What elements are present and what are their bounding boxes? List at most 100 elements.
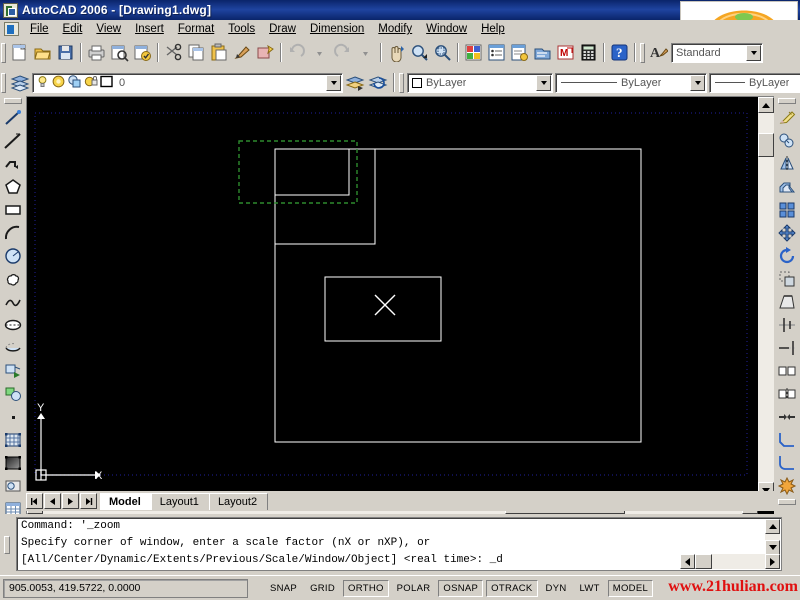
lineweight-control-combo[interactable]: ByLayer: [709, 72, 800, 93]
menu-item-help[interactable]: Help: [474, 21, 512, 37]
copy-icon[interactable]: [185, 42, 208, 64]
command-scroll-right-button[interactable]: [765, 554, 780, 569]
properties-toolbar-grip[interactable]: [399, 72, 404, 93]
erase-icon[interactable]: [775, 106, 799, 129]
extend-icon[interactable]: [775, 336, 799, 359]
menu-item-dimension[interactable]: Dimension: [303, 21, 371, 37]
fillet-icon[interactable]: [775, 451, 799, 474]
chamfer-icon[interactable]: [775, 428, 799, 451]
command-vertical-scrollbar[interactable]: [765, 519, 780, 555]
cut-icon[interactable]: [162, 42, 185, 64]
revision-cloud-icon[interactable]: [1, 267, 25, 290]
tab-layout2[interactable]: Layout2: [208, 492, 269, 510]
publish-icon[interactable]: [131, 42, 154, 64]
stretch-icon[interactable]: [775, 290, 799, 313]
move-icon[interactable]: [775, 221, 799, 244]
insert-block-icon[interactable]: [1, 359, 25, 382]
undo-dropdown-icon[interactable]: [308, 42, 331, 64]
redo-dropdown-icon[interactable]: [354, 42, 377, 64]
zoom-realtime-icon[interactable]: [408, 42, 431, 64]
command-scroll-left-button[interactable]: [680, 554, 695, 569]
layers-toolbar-grip[interactable]: [1, 72, 6, 93]
explode-icon[interactable]: [775, 474, 799, 497]
chevron-down-icon[interactable]: [746, 44, 761, 61]
properties-icon[interactable]: [462, 42, 485, 64]
nav-next-icon[interactable]: [62, 493, 79, 509]
layer-previous-icon[interactable]: [367, 72, 390, 94]
status-toggle-grid[interactable]: GRID: [305, 579, 341, 597]
open-icon[interactable]: [31, 42, 54, 64]
tab-model[interactable]: Model: [100, 492, 152, 510]
markup-set-manager-icon[interactable]: M: [554, 42, 577, 64]
ellipse-arc-icon[interactable]: [1, 336, 25, 359]
draw-toolbar-grip[interactable]: [4, 98, 22, 104]
command-scroll-down-button[interactable]: [765, 540, 780, 555]
styles-toolbar-grip[interactable]: [640, 42, 645, 63]
offset-icon[interactable]: [775, 175, 799, 198]
line-icon[interactable]: [1, 106, 25, 129]
sheet-set-manager-icon[interactable]: [531, 42, 554, 64]
new-icon[interactable]: [8, 42, 31, 64]
color-control-combo[interactable]: ByLayer: [407, 72, 553, 93]
menu-item-insert[interactable]: Insert: [128, 21, 171, 37]
menu-item-file[interactable]: File: [23, 21, 56, 37]
layer-lock-icon[interactable]: [83, 74, 98, 92]
zoom-window-icon[interactable]: [431, 42, 454, 64]
nav-first-icon[interactable]: [26, 493, 43, 509]
mirror-icon[interactable]: [775, 152, 799, 175]
menu-item-format[interactable]: Format: [171, 21, 221, 37]
drawing-area[interactable]: Y X: [26, 96, 774, 514]
pan-realtime-icon[interactable]: [385, 42, 408, 64]
model-space-viewport[interactable]: Y X: [27, 97, 758, 498]
modify-toolbar-grip[interactable]: [778, 98, 796, 104]
scroll-up-button[interactable]: [758, 97, 774, 113]
status-toggle-ortho[interactable]: ORTHO: [343, 579, 389, 597]
point-icon[interactable]: [1, 405, 25, 428]
document-control-icon[interactable]: [4, 22, 19, 36]
menu-item-draw[interactable]: Draw: [262, 21, 303, 37]
status-toggle-osnap[interactable]: OSNAP: [438, 579, 484, 597]
command-horizontal-scrollbar[interactable]: [680, 554, 780, 569]
layer-freeze-icon[interactable]: [51, 74, 66, 92]
break-icon[interactable]: [775, 382, 799, 405]
region-icon[interactable]: [1, 474, 25, 497]
break-at-point-icon[interactable]: [775, 359, 799, 382]
ellipse-icon[interactable]: [1, 313, 25, 336]
array-icon[interactable]: [775, 198, 799, 221]
gradient-icon[interactable]: [1, 451, 25, 474]
undo-icon[interactable]: [285, 42, 308, 64]
canvas-vertical-scrollbar[interactable]: [758, 97, 774, 498]
coordinate-display[interactable]: 905.0053, 419.5722, 0.0000: [3, 578, 248, 598]
menu-item-window[interactable]: Window: [419, 21, 474, 37]
command-scroll-up-button[interactable]: [765, 519, 780, 534]
arc-icon[interactable]: [1, 221, 25, 244]
vscroll-thumb[interactable]: [758, 133, 774, 157]
tab-layout1[interactable]: Layout1: [150, 492, 210, 510]
text-style-icon[interactable]: A: [647, 42, 670, 64]
copy-object-icon[interactable]: [775, 129, 799, 152]
status-toggle-model[interactable]: MODEL: [607, 579, 654, 597]
polygon-icon[interactable]: [1, 175, 25, 198]
command-hscroll-thumb[interactable]: [695, 554, 712, 569]
status-toggle-snap[interactable]: SNAP: [265, 579, 303, 597]
command-history[interactable]: Command: '_zoom Specify corner of window…: [16, 517, 782, 571]
toolbar-grip[interactable]: [1, 42, 6, 63]
menu-item-tools[interactable]: Tools: [221, 21, 262, 37]
layer-on-icon[interactable]: [35, 74, 50, 92]
paste-icon[interactable]: [208, 42, 231, 64]
rectangle-icon[interactable]: [1, 198, 25, 221]
vscroll-track[interactable]: [758, 113, 774, 482]
hatch-icon[interactable]: [1, 428, 25, 451]
block-editor-icon[interactable]: [254, 42, 277, 64]
trim-icon[interactable]: [775, 313, 799, 336]
make-object-layer-current-icon[interactable]: [344, 72, 367, 94]
redo-icon[interactable]: [331, 42, 354, 64]
save-icon[interactable]: [54, 42, 77, 64]
plot-icon[interactable]: [85, 42, 108, 64]
menu-item-modify[interactable]: Modify: [371, 21, 419, 37]
menu-item-view[interactable]: View: [89, 21, 128, 37]
text-style-combo[interactable]: Standard: [671, 42, 763, 63]
layer-color-swatch-icon[interactable]: [99, 74, 114, 92]
menu-item-edit[interactable]: Edit: [56, 21, 90, 37]
command-window-grip[interactable]: [4, 536, 10, 554]
